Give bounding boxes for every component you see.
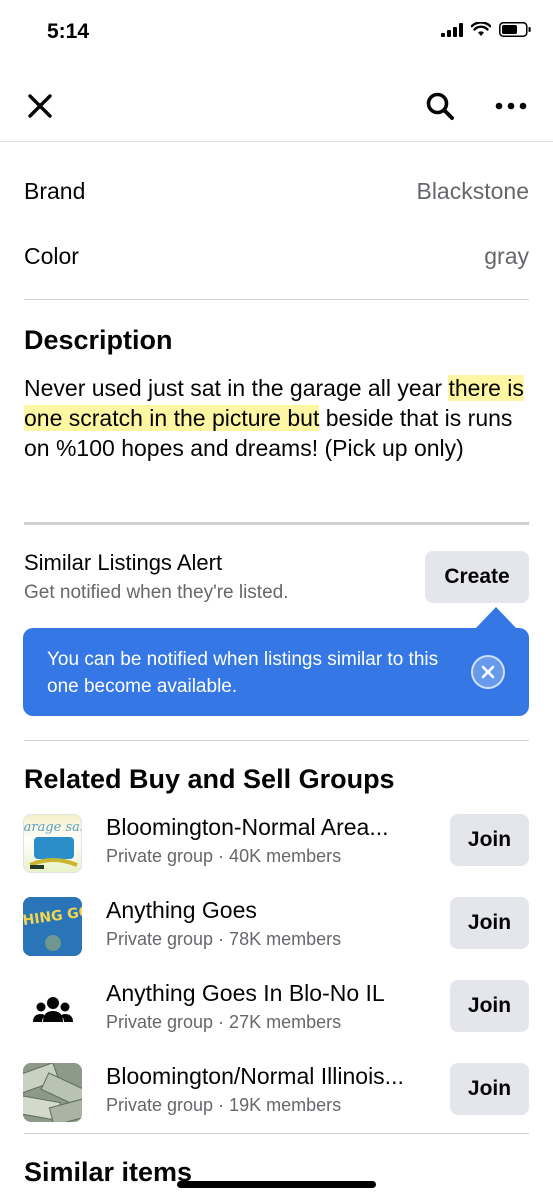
description-title: Description — [24, 325, 173, 355]
anything-goes-thumbnail: THING GO — [23, 897, 82, 956]
detail-label: Brand — [24, 177, 86, 204]
home-indicator — [177, 1181, 376, 1188]
tooltip-close-button[interactable] — [471, 655, 505, 689]
group-name[interactable]: Anything Goes In Blo-No IL — [106, 980, 436, 1007]
join-button[interactable]: Join — [450, 980, 529, 1032]
join-button[interactable]: Join — [450, 1063, 529, 1115]
cellular-signal-icon — [441, 22, 463, 37]
description-part: Never used just sat in the garage all ye… — [24, 375, 449, 401]
status-time: 5:14 — [47, 20, 90, 43]
detail-row-color: Color gray — [24, 236, 529, 276]
group-row[interactable]: THING GO Anything Goes Private group · 7… — [0, 897, 553, 980]
status-bar: 5:14 — [0, 0, 553, 70]
group-meta: Private group · 40K members — [106, 846, 342, 866]
create-alert-button[interactable]: Create — [425, 551, 529, 603]
divider — [24, 740, 529, 741]
close-icon — [481, 665, 495, 679]
detail-label: Color — [24, 242, 79, 269]
money-thumbnail — [23, 1063, 82, 1122]
group-row[interactable]: garage sale Bloomington-Normal Area... P… — [0, 814, 553, 897]
garage-sale-thumbnail: garage sale — [23, 814, 82, 873]
status-icons — [441, 22, 531, 37]
join-button[interactable]: Join — [450, 814, 529, 866]
detail-value: gray — [484, 242, 529, 269]
alert-subtitle: Get notified when they're listed. — [24, 582, 289, 603]
group-row[interactable]: Anything Goes In Blo-No IL Private group… — [0, 980, 553, 1063]
battery-icon — [499, 22, 531, 37]
group-name[interactable]: Bloomington/Normal Illinois... — [106, 1063, 436, 1090]
close-icon — [28, 94, 52, 118]
wifi-icon — [471, 22, 491, 36]
close-button[interactable] — [18, 84, 62, 128]
tooltip-text: You can be notified when listings simila… — [47, 649, 439, 697]
search-icon — [426, 92, 454, 120]
alert-tooltip: You can be notified when listings simila… — [23, 628, 529, 716]
more-icon — [495, 102, 527, 110]
divider — [24, 1133, 529, 1134]
thumbnail-text: garage sale — [24, 820, 82, 835]
detail-value: Blackstone — [416, 177, 529, 204]
detail-row-brand: Brand Blackstone — [24, 171, 529, 211]
similar-items-title: Similar items — [24, 1157, 193, 1187]
join-button[interactable]: Join — [450, 897, 529, 949]
groups-title: Related Buy and Sell Groups — [24, 764, 395, 794]
tooltip-arrow — [475, 607, 517, 629]
group-name[interactable]: Anything Goes — [106, 897, 436, 924]
alert-title: Similar Listings Alert — [24, 550, 223, 575]
group-meta: Private group · 27K members — [106, 1012, 342, 1032]
nav-bar — [0, 70, 553, 142]
divider — [24, 299, 529, 300]
group-people-icon — [23, 980, 82, 1039]
group-name[interactable]: Bloomington-Normal Area... — [106, 814, 436, 841]
description-text: Never used just sat in the garage all ye… — [24, 373, 536, 463]
divider — [24, 522, 529, 525]
search-button[interactable] — [418, 84, 462, 128]
more-options-button[interactable] — [489, 84, 533, 128]
group-meta: Private group · 78K members — [106, 929, 342, 949]
group-meta: Private group · 19K members — [106, 1095, 342, 1115]
